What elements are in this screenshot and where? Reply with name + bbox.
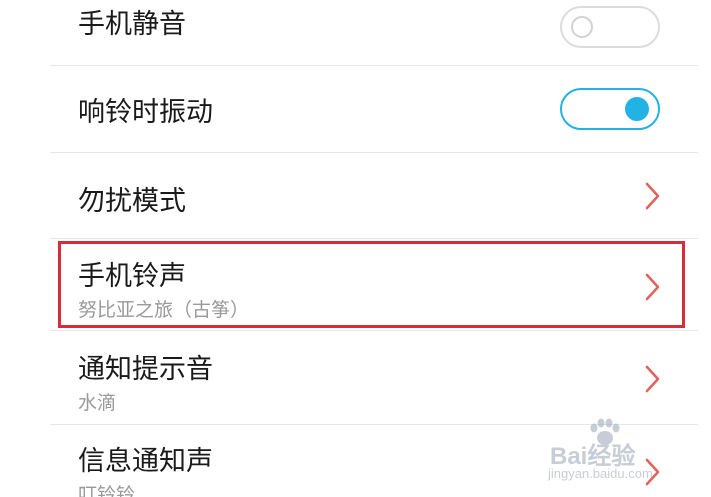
setting-label-mute: 手机静音 xyxy=(78,9,186,40)
watermark-url: jingyan.baidu.com xyxy=(548,466,653,481)
setting-row-vibrate-on-ring[interactable]: 响铃时振动 xyxy=(50,66,698,153)
baidu-jingyan-watermark: Bai经验 jingyan.baidu.com xyxy=(548,418,708,488)
settings-screen: 手机静音 响铃时振动 勿扰模式 手机铃声 努比亚之旅（古筝） 通知提示音 水滴 xyxy=(0,0,711,497)
vibrate-on-ring-toggle[interactable] xyxy=(560,88,660,130)
toggle-knob xyxy=(571,16,593,38)
highlight-box xyxy=(58,241,685,328)
mute-toggle[interactable] xyxy=(560,6,660,48)
setting-label-notification-sound: 通知提示音 xyxy=(78,354,213,385)
setting-label-message-sound: 信息通知声 xyxy=(78,446,213,477)
toggle-knob xyxy=(625,97,649,121)
setting-value-notification-sound: 水滴 xyxy=(78,392,117,414)
setting-label-vibrate-on-ring: 响铃时振动 xyxy=(78,97,213,128)
setting-row-mute[interactable]: 手机静音 xyxy=(50,0,698,66)
chevron-right-icon xyxy=(645,182,660,210)
setting-value-message-sound: 叮铃铃 xyxy=(78,484,136,497)
setting-row-do-not-disturb[interactable]: 勿扰模式 xyxy=(50,153,698,239)
chevron-right-icon xyxy=(645,365,660,393)
setting-row-notification-sound[interactable]: 通知提示音 水滴 xyxy=(50,331,698,425)
setting-label-do-not-disturb: 勿扰模式 xyxy=(78,186,186,217)
